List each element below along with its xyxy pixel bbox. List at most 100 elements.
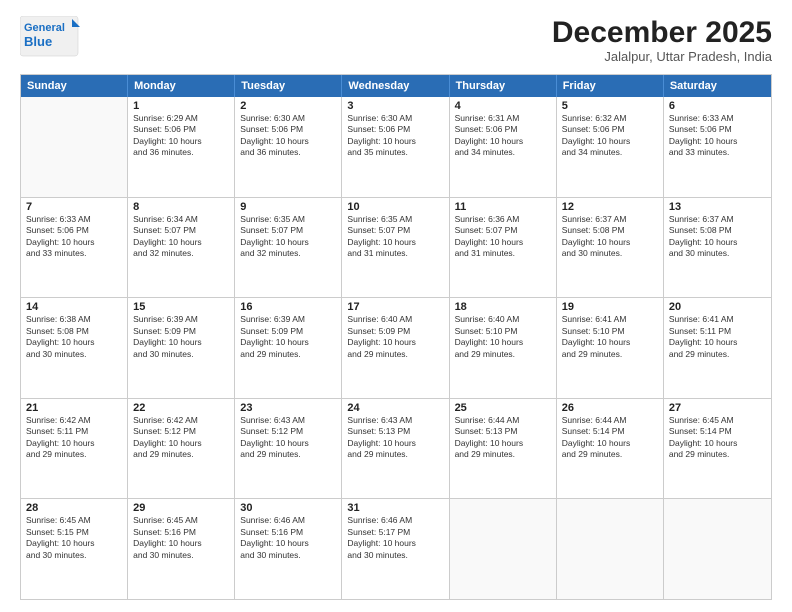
calendar-cell: 2Sunrise: 6:30 AMSunset: 5:06 PMDaylight… [235,97,342,197]
day-number: 30 [240,502,336,514]
day-number: 29 [133,502,229,514]
calendar-body: 1Sunrise: 6:29 AMSunset: 5:06 PMDaylight… [21,97,771,599]
day-number: 11 [455,201,551,213]
calendar-cell: 3Sunrise: 6:30 AMSunset: 5:06 PMDaylight… [342,97,449,197]
calendar-row: 28Sunrise: 6:45 AMSunset: 5:15 PMDayligh… [21,498,771,599]
day-info: Sunrise: 6:39 AMSunset: 5:09 PMDaylight:… [240,314,336,360]
calendar-cell: 25Sunrise: 6:44 AMSunset: 5:13 PMDayligh… [450,399,557,499]
day-info: Sunrise: 6:43 AMSunset: 5:12 PMDaylight:… [240,415,336,461]
day-info: Sunrise: 6:30 AMSunset: 5:06 PMDaylight:… [240,113,336,159]
day-info: Sunrise: 6:44 AMSunset: 5:13 PMDaylight:… [455,415,551,461]
day-number: 4 [455,100,551,112]
day-info: Sunrise: 6:31 AMSunset: 5:06 PMDaylight:… [455,113,551,159]
day-info: Sunrise: 6:40 AMSunset: 5:10 PMDaylight:… [455,314,551,360]
day-number: 14 [26,301,122,313]
calendar-cell: 27Sunrise: 6:45 AMSunset: 5:14 PMDayligh… [664,399,771,499]
day-number: 2 [240,100,336,112]
day-number: 8 [133,201,229,213]
header-wednesday: Wednesday [342,75,449,97]
day-info: Sunrise: 6:32 AMSunset: 5:06 PMDaylight:… [562,113,658,159]
month-title: December 2025 [552,16,772,49]
day-number: 17 [347,301,443,313]
calendar-cell: 20Sunrise: 6:41 AMSunset: 5:11 PMDayligh… [664,298,771,398]
svg-text:Blue: Blue [24,34,52,49]
calendar-header: Sunday Monday Tuesday Wednesday Thursday… [21,75,771,97]
calendar-cell: 7Sunrise: 6:33 AMSunset: 5:06 PMDaylight… [21,198,128,298]
day-info: Sunrise: 6:33 AMSunset: 5:06 PMDaylight:… [26,214,122,260]
calendar-cell: 21Sunrise: 6:42 AMSunset: 5:11 PMDayligh… [21,399,128,499]
header-thursday: Thursday [450,75,557,97]
calendar-row: 14Sunrise: 6:38 AMSunset: 5:08 PMDayligh… [21,297,771,398]
header-sunday: Sunday [21,75,128,97]
day-number: 3 [347,100,443,112]
day-info: Sunrise: 6:37 AMSunset: 5:08 PMDaylight:… [562,214,658,260]
calendar: Sunday Monday Tuesday Wednesday Thursday… [20,74,772,600]
day-info: Sunrise: 6:36 AMSunset: 5:07 PMDaylight:… [455,214,551,260]
calendar-cell: 15Sunrise: 6:39 AMSunset: 5:09 PMDayligh… [128,298,235,398]
day-number: 23 [240,402,336,414]
header: General Blue December 2025 Jalalpur, Utt… [20,16,772,64]
header-saturday: Saturday [664,75,771,97]
day-info: Sunrise: 6:43 AMSunset: 5:13 PMDaylight:… [347,415,443,461]
calendar-cell: 8Sunrise: 6:34 AMSunset: 5:07 PMDaylight… [128,198,235,298]
day-info: Sunrise: 6:42 AMSunset: 5:11 PMDaylight:… [26,415,122,461]
day-number: 15 [133,301,229,313]
day-number: 31 [347,502,443,514]
day-info: Sunrise: 6:40 AMSunset: 5:09 PMDaylight:… [347,314,443,360]
day-number: 18 [455,301,551,313]
calendar-cell [21,97,128,197]
day-number: 19 [562,301,658,313]
day-number: 24 [347,402,443,414]
calendar-cell: 28Sunrise: 6:45 AMSunset: 5:15 PMDayligh… [21,499,128,599]
day-number: 26 [562,402,658,414]
calendar-cell: 5Sunrise: 6:32 AMSunset: 5:06 PMDaylight… [557,97,664,197]
logo-svg: General Blue [20,16,80,58]
calendar-cell: 16Sunrise: 6:39 AMSunset: 5:09 PMDayligh… [235,298,342,398]
calendar-cell [450,499,557,599]
day-number: 5 [562,100,658,112]
calendar-cell: 22Sunrise: 6:42 AMSunset: 5:12 PMDayligh… [128,399,235,499]
day-info: Sunrise: 6:34 AMSunset: 5:07 PMDaylight:… [133,214,229,260]
day-info: Sunrise: 6:45 AMSunset: 5:14 PMDaylight:… [669,415,766,461]
day-info: Sunrise: 6:45 AMSunset: 5:15 PMDaylight:… [26,515,122,561]
header-tuesday: Tuesday [235,75,342,97]
calendar-cell [557,499,664,599]
calendar-cell [664,499,771,599]
calendar-cell: 31Sunrise: 6:46 AMSunset: 5:17 PMDayligh… [342,499,449,599]
calendar-page: General Blue December 2025 Jalalpur, Utt… [0,0,792,612]
day-number: 13 [669,201,766,213]
day-number: 28 [26,502,122,514]
day-info: Sunrise: 6:38 AMSunset: 5:08 PMDaylight:… [26,314,122,360]
day-number: 22 [133,402,229,414]
day-number: 10 [347,201,443,213]
day-info: Sunrise: 6:35 AMSunset: 5:07 PMDaylight:… [347,214,443,260]
calendar-cell: 19Sunrise: 6:41 AMSunset: 5:10 PMDayligh… [557,298,664,398]
calendar-cell: 30Sunrise: 6:46 AMSunset: 5:16 PMDayligh… [235,499,342,599]
calendar-cell: 4Sunrise: 6:31 AMSunset: 5:06 PMDaylight… [450,97,557,197]
day-number: 12 [562,201,658,213]
day-number: 6 [669,100,766,112]
logo: General Blue [20,16,80,58]
day-info: Sunrise: 6:33 AMSunset: 5:06 PMDaylight:… [669,113,766,159]
location: Jalalpur, Uttar Pradesh, India [552,49,772,64]
calendar-cell: 14Sunrise: 6:38 AMSunset: 5:08 PMDayligh… [21,298,128,398]
day-info: Sunrise: 6:42 AMSunset: 5:12 PMDaylight:… [133,415,229,461]
calendar-row: 21Sunrise: 6:42 AMSunset: 5:11 PMDayligh… [21,398,771,499]
calendar-cell: 18Sunrise: 6:40 AMSunset: 5:10 PMDayligh… [450,298,557,398]
calendar-cell: 23Sunrise: 6:43 AMSunset: 5:12 PMDayligh… [235,399,342,499]
header-monday: Monday [128,75,235,97]
calendar-cell: 24Sunrise: 6:43 AMSunset: 5:13 PMDayligh… [342,399,449,499]
day-info: Sunrise: 6:41 AMSunset: 5:11 PMDaylight:… [669,314,766,360]
day-info: Sunrise: 6:46 AMSunset: 5:17 PMDaylight:… [347,515,443,561]
calendar-cell: 12Sunrise: 6:37 AMSunset: 5:08 PMDayligh… [557,198,664,298]
day-number: 27 [669,402,766,414]
calendar-cell: 29Sunrise: 6:45 AMSunset: 5:16 PMDayligh… [128,499,235,599]
calendar-cell: 9Sunrise: 6:35 AMSunset: 5:07 PMDaylight… [235,198,342,298]
day-number: 1 [133,100,229,112]
calendar-cell: 17Sunrise: 6:40 AMSunset: 5:09 PMDayligh… [342,298,449,398]
day-info: Sunrise: 6:41 AMSunset: 5:10 PMDaylight:… [562,314,658,360]
day-number: 16 [240,301,336,313]
day-number: 25 [455,402,551,414]
calendar-cell: 6Sunrise: 6:33 AMSunset: 5:06 PMDaylight… [664,97,771,197]
day-number: 20 [669,301,766,313]
